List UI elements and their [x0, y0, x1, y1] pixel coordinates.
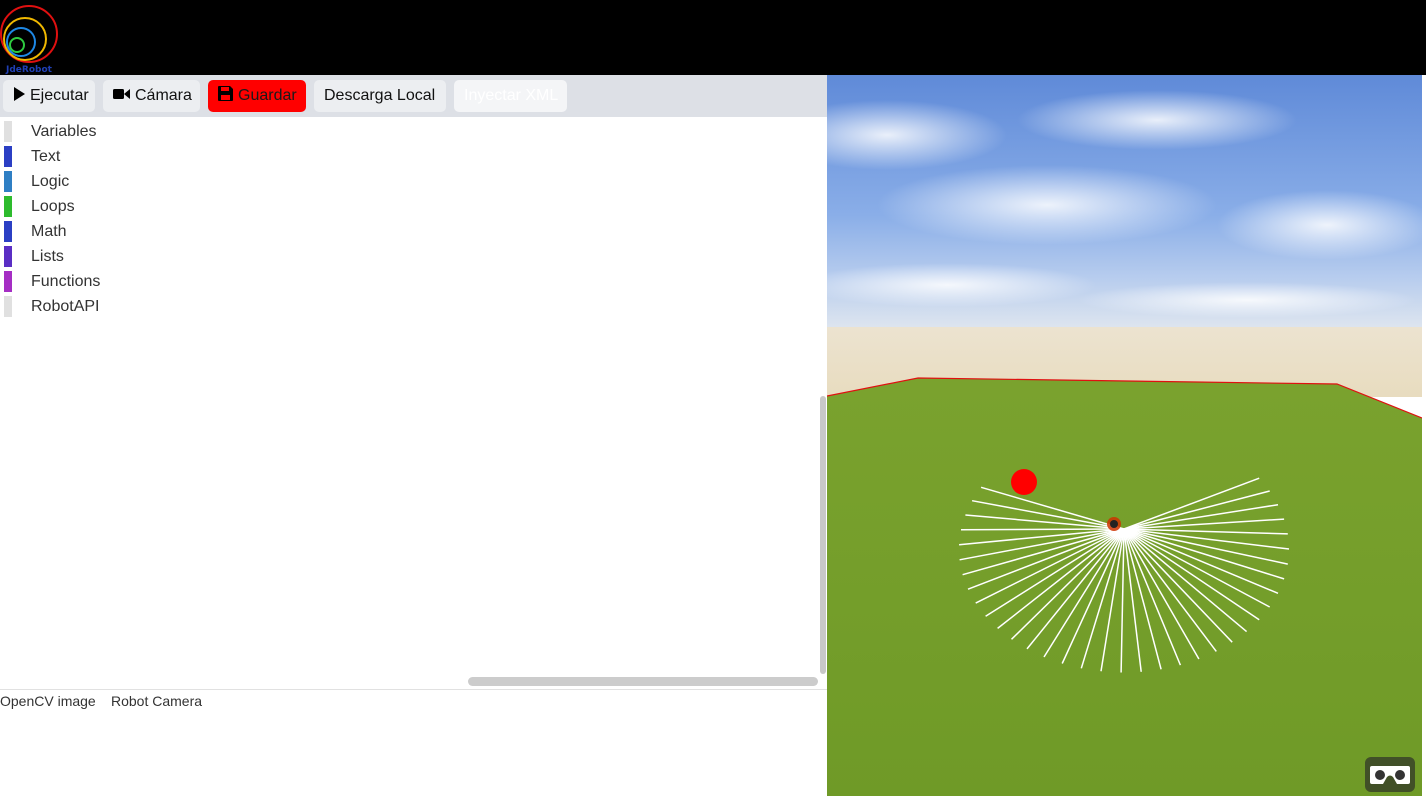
- run-button-label: Ejecutar: [30, 87, 89, 104]
- save-button-label: Guardar: [238, 87, 297, 104]
- blockly-workspace[interactable]: Variables Text Logic Loops Math Lists Fu…: [0, 117, 827, 690]
- floppy-disk-icon: [218, 86, 233, 102]
- category-label: Loops: [31, 198, 75, 215]
- toolbox-category-variables[interactable]: Variables: [4, 119, 117, 143]
- category-color-bar: [4, 196, 12, 217]
- category-color-bar: [4, 296, 12, 317]
- opencv-image: OpenCV image: [0, 693, 96, 709]
- panel-divider: [0, 689, 827, 690]
- play-icon: [14, 86, 25, 101]
- category-color-bar: [4, 146, 12, 167]
- download-button-label: Descarga Local: [324, 87, 436, 104]
- robot: [1107, 517, 1121, 531]
- header-bar: JdeRobot: [0, 0, 1426, 75]
- category-label: Text: [31, 148, 61, 165]
- toolbox-category-robotapi[interactable]: RobotAPI: [4, 294, 117, 318]
- laser-ray: [960, 528, 1125, 531]
- blockly-toolbox: Variables Text Logic Loops Math Lists Fu…: [0, 117, 117, 327]
- category-label: Functions: [31, 273, 101, 290]
- inject-xml-button[interactable]: Inyectar XML: [454, 80, 567, 112]
- save-button[interactable]: Guardar: [208, 80, 306, 112]
- category-label: RobotAPI: [31, 298, 100, 315]
- vr-goggles-icon: [1370, 766, 1410, 784]
- robot-camera-image: Robot Camera: [111, 693, 203, 709]
- category-label: Lists: [31, 248, 64, 265]
- category-color-bar: [4, 246, 12, 267]
- toolbox-category-lists[interactable]: Lists: [4, 244, 117, 268]
- cloud: [1017, 90, 1297, 150]
- camera-button-label: Cámara: [135, 87, 192, 104]
- category-color-bar: [4, 171, 12, 192]
- category-color-bar: [4, 271, 12, 292]
- jderobot-logo[interactable]: JdeRobot: [0, 2, 60, 75]
- cloud: [1077, 282, 1417, 318]
- red-ball: [1011, 469, 1037, 495]
- vr-button[interactable]: [1365, 757, 1415, 792]
- category-label: Logic: [31, 173, 70, 190]
- inject-button-label: Inyectar XML: [464, 87, 559, 104]
- image-panel: OpenCV image Robot Camera: [0, 693, 827, 713]
- camera-button[interactable]: Cámara: [103, 80, 200, 112]
- toolbox-category-logic[interactable]: Logic: [4, 169, 117, 193]
- logo-text: JdeRobot: [6, 65, 52, 75]
- toolbar: Ejecutar Cámara Guardar Descarga Local I…: [0, 75, 827, 118]
- toolbox-category-functions[interactable]: Functions: [4, 269, 117, 293]
- download-local-button[interactable]: Descarga Local: [314, 80, 446, 112]
- toolbox-category-loops[interactable]: Loops: [4, 194, 117, 218]
- category-color-bar: [4, 121, 12, 142]
- workspace-horizontal-scrollbar[interactable]: [468, 677, 818, 686]
- category-label: Math: [31, 223, 67, 240]
- run-button[interactable]: Ejecutar: [3, 80, 95, 112]
- video-camera-icon: [113, 88, 130, 99]
- category-label: Variables: [31, 123, 97, 140]
- cloud: [877, 165, 1217, 245]
- toolbox-category-text[interactable]: Text: [4, 144, 117, 168]
- category-color-bar: [4, 221, 12, 242]
- grass-ground: [827, 378, 1422, 796]
- simulation-viewport[interactable]: [827, 75, 1422, 796]
- workspace-vertical-scrollbar[interactable]: [820, 396, 826, 674]
- toolbox-category-math[interactable]: Math: [4, 219, 117, 243]
